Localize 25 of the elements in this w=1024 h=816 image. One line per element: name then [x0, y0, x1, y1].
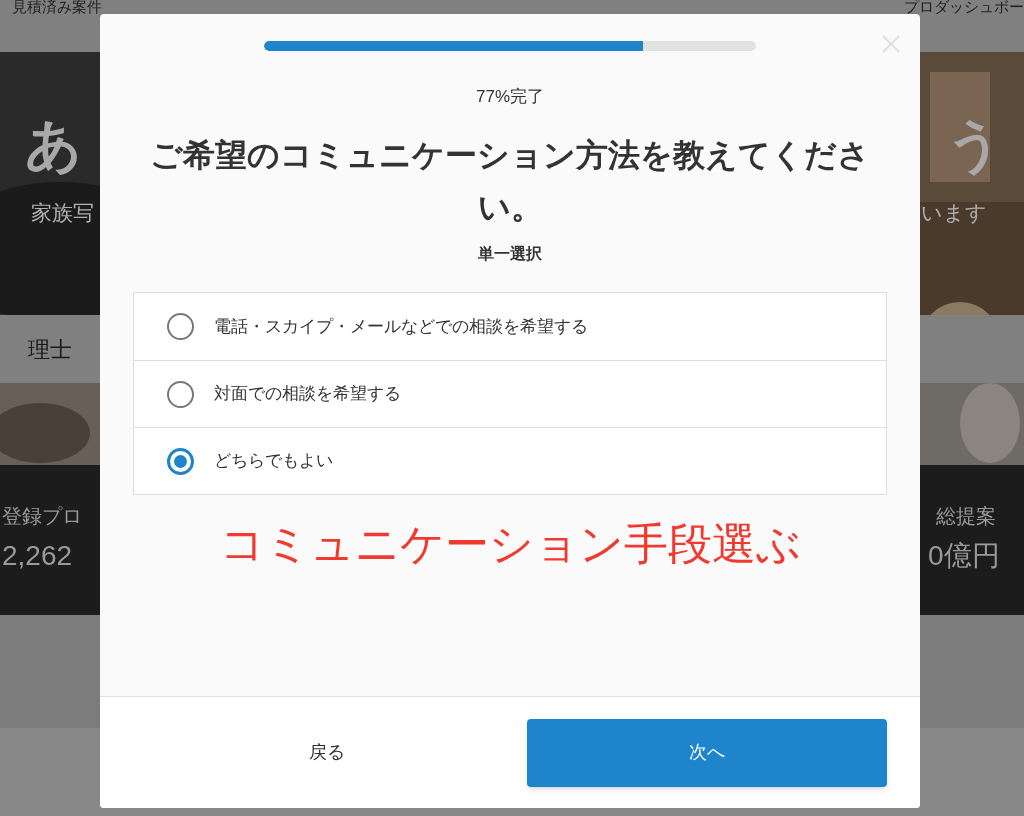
annotation-text: コミュニケーション手段選ぶ [219, 518, 801, 570]
radio-button[interactable] [167, 380, 194, 408]
stat-value: 0億円 [928, 539, 1000, 573]
radio-button[interactable] [167, 313, 194, 340]
radio-button[interactable] [167, 447, 194, 475]
section-heading: 理士 [28, 335, 72, 364]
option-label: どちらでもよい [214, 450, 333, 473]
selection-hint: 単一選択 [478, 244, 542, 264]
hero-subtitle: います [921, 200, 987, 226]
question-title: ご希望のコミュニケーション方法を教えてください。 [150, 136, 870, 227]
hero-heading: う [946, 114, 1003, 176]
option-label: 対面での相談を希望する [214, 383, 401, 406]
stat-value: 2,262 [2, 539, 74, 573]
radio-option[interactable]: 対面での相談を希望する [134, 360, 886, 427]
back-button[interactable]: 戻る [293, 731, 361, 774]
stat-label: 総提案 [936, 504, 996, 529]
next-button[interactable]: 次へ [527, 718, 887, 787]
radio-option[interactable]: 電話・スカイプ・メールなどでの相談を希望する [134, 293, 886, 360]
option-label: 電話・スカイプ・メールなどでの相談を希望する [214, 315, 588, 338]
radio-option[interactable]: どちらでもよい [134, 427, 886, 494]
header-link[interactable]: プロダッシュボー [904, 0, 1024, 13]
progress-text: 77%完了 [476, 86, 544, 108]
hero-subtitle: 家族写 [31, 200, 94, 226]
hero-heading: あ [25, 114, 83, 176]
stat-label: 登録プロ [2, 504, 82, 529]
